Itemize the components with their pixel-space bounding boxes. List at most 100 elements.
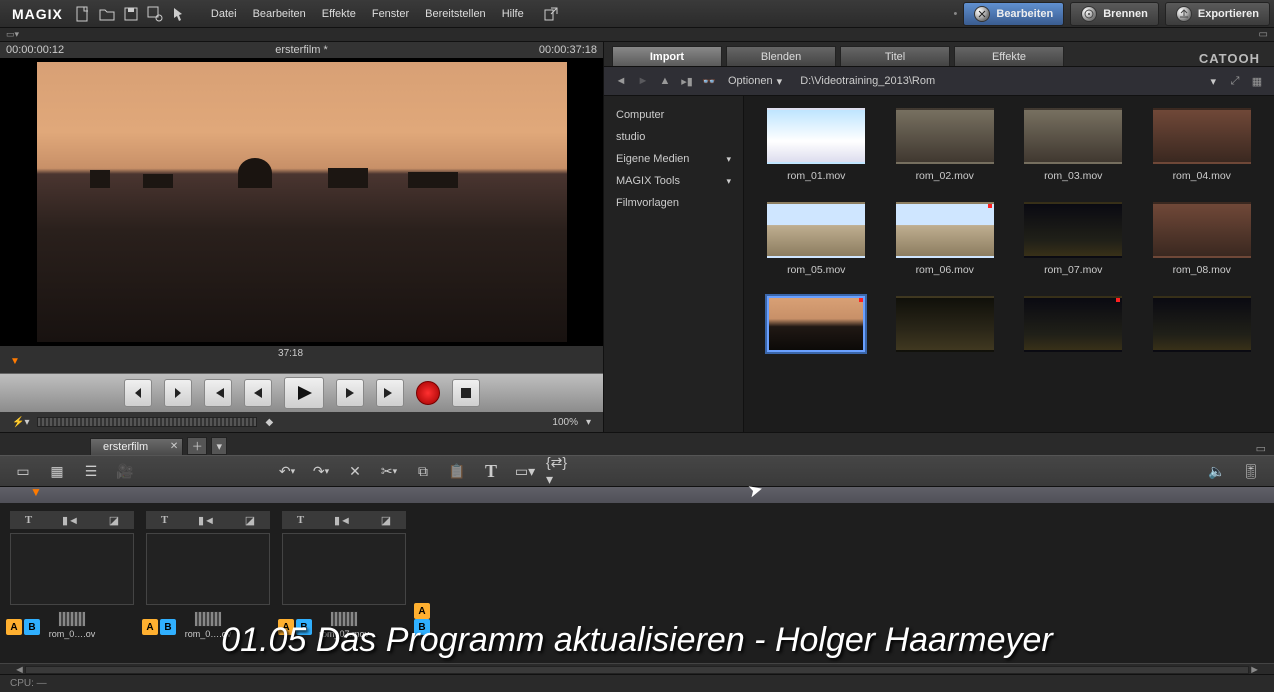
title-button[interactable]: T [478,459,504,483]
delete-button[interactable]: ✕ [342,459,368,483]
title-icon[interactable]: T [161,514,168,526]
mode-camera-icon[interactable]: 🎥 [112,459,138,483]
mute-icon[interactable]: 🔈 [1204,459,1230,483]
edit-mode-button[interactable]: Bearbeiten [963,2,1064,26]
tab-effekte[interactable]: Effekte [954,46,1064,66]
title-icon[interactable]: T [25,514,32,526]
prev-frame-button[interactable] [244,379,272,407]
menu-effekte[interactable]: Effekte [314,0,364,27]
options-dropdown[interactable]: Optionen ▾ [728,75,782,88]
panel-maximize-icon[interactable]: ▭ [1259,29,1274,40]
path-dropdown-icon[interactable]: ▾ [1210,75,1216,88]
goto-start-button[interactable] [204,379,232,407]
timeline-tab[interactable]: ersterfilm ✕ [90,438,183,455]
save-icon[interactable] [120,3,142,25]
clip-thumbnail[interactable] [1024,296,1122,352]
clip-thumbnail[interactable] [1024,202,1122,258]
mode-single-icon[interactable]: ▭ [10,459,36,483]
timeline-playhead-icon[interactable]: ▼ [30,485,42,499]
record-button[interactable] [416,381,440,405]
timeline-maximize-icon[interactable]: ▭ [1248,442,1274,455]
export-button[interactable]: Exportieren [1165,2,1270,26]
mark-out-button[interactable] [164,379,192,407]
menu-bearbeiten[interactable]: Bearbeiten [245,0,314,27]
clip-thumbnail[interactable] [1024,108,1122,164]
clip-thumbnail[interactable] [896,296,994,352]
grid-view-icon[interactable]: ▦ [1248,75,1266,88]
fx-icon[interactable]: ◪ [381,514,391,527]
zoom-fit-icon[interactable]: ⤢ [1226,75,1244,88]
clip-thumbnail[interactable] [767,296,865,352]
mixer-icon[interactable]: 🎚 [1238,459,1264,483]
clip-thumbnail[interactable] [1153,296,1251,352]
open-folder-icon[interactable] [96,3,118,25]
stop-button[interactable] [452,379,480,407]
save-settings-icon[interactable] [144,3,166,25]
places-item[interactable]: Computer [604,104,743,126]
clip-thumbnail[interactable] [767,202,865,258]
ungroup-button[interactable]: {⇄}▾ [546,459,572,483]
playhead-marker-icon[interactable]: ▼ [10,356,20,367]
next-frame-button[interactable] [336,379,364,407]
group-button[interactable]: ▭▾ [512,459,538,483]
fx-icon[interactable]: ◪ [109,514,119,527]
mode-list-icon[interactable]: ☰ [78,459,104,483]
fx-icon[interactable]: ◪ [245,514,255,527]
menu-hilfe[interactable]: Hilfe [494,0,532,27]
burn-button[interactable]: Brennen [1070,2,1159,26]
undo-button[interactable]: ↶▾ [274,459,300,483]
menu-bereitstellen[interactable]: Bereitstellen [417,0,494,27]
copy-button[interactable]: ⧉ [410,459,436,483]
goto-end-button[interactable] [376,379,404,407]
places-item[interactable]: studio [604,126,743,148]
clip-thumbnail[interactable] [896,202,994,258]
menu-datei[interactable]: Datei [203,0,245,27]
nav-flag-icon[interactable]: ▸▮ [678,75,696,88]
clip-thumbnail[interactable] [896,108,994,164]
timeline-ruler[interactable]: ▼ [0,487,1274,503]
flash-icon[interactable]: ⚡▾ [12,417,29,428]
nav-forward-icon[interactable]: ► [634,75,652,88]
places-item[interactable]: Eigene Medien▾ [604,148,743,170]
storyboard[interactable]: T ▮◄ ◪ rom_0….ov AB T ▮◄ ◪ rom_0….ov AB … [0,503,1274,663]
preview-ruler[interactable]: ▼ 37:18 [0,346,603,373]
clip-grid-wrap[interactable]: rom_01.movrom_02.movrom_03.movrom_04.mov… [744,96,1274,432]
video-frame[interactable] [37,62,567,342]
new-file-icon[interactable] [72,3,94,25]
tab-titel[interactable]: Titel [840,46,950,66]
audio-icon[interactable]: ▮◄ [334,514,351,527]
redo-button[interactable]: ↷▾ [308,459,334,483]
slider-grip-icon[interactable]: ◆ [265,417,273,428]
clip-thumbnail[interactable] [10,533,134,605]
clip-thumbnail[interactable] [1153,108,1251,164]
scrollbar-track[interactable] [25,666,1249,674]
mark-in-button[interactable] [124,379,152,407]
path-field[interactable]: D:\Videotraining_2013\Rom [792,75,1200,87]
zoom-dropdown-icon[interactable]: ▾ [586,417,591,428]
menu-fenster[interactable]: Fenster [364,0,417,27]
audio-icon[interactable]: ▮◄ [198,514,215,527]
close-icon[interactable]: ✕ [170,441,178,452]
clip-thumbnail[interactable] [146,533,270,605]
arrow-tool-icon[interactable] [168,3,190,25]
tab-blenden[interactable]: Blenden [726,46,836,66]
title-icon[interactable]: T [297,514,304,526]
play-button[interactable] [284,377,324,409]
timeline-tab-dropdown[interactable]: ▾ [211,437,227,455]
clip-thumbnail[interactable] [767,108,865,164]
external-link-icon[interactable] [540,3,562,25]
binoculars-icon[interactable]: 👓 [700,75,718,88]
paste-button[interactable]: 📋 [444,459,470,483]
layout-dropdown-icon[interactable]: ▭▾ [6,29,19,40]
clip-thumbnail[interactable] [1153,202,1251,258]
catooh-logo[interactable]: CATOOH [1193,51,1266,66]
cut-button[interactable]: ✂▾ [376,459,402,483]
nav-up-icon[interactable]: ▲ [656,75,674,88]
clip-thumbnail[interactable] [282,533,406,605]
tab-import[interactable]: Import [612,46,722,66]
mode-grid-icon[interactable]: ▦ [44,459,70,483]
nav-back-icon[interactable]: ◄ [612,75,630,88]
audio-icon[interactable]: ▮◄ [62,514,79,527]
volume-slider[interactable] [37,417,257,427]
places-item[interactable]: Filmvorlagen [604,192,743,214]
